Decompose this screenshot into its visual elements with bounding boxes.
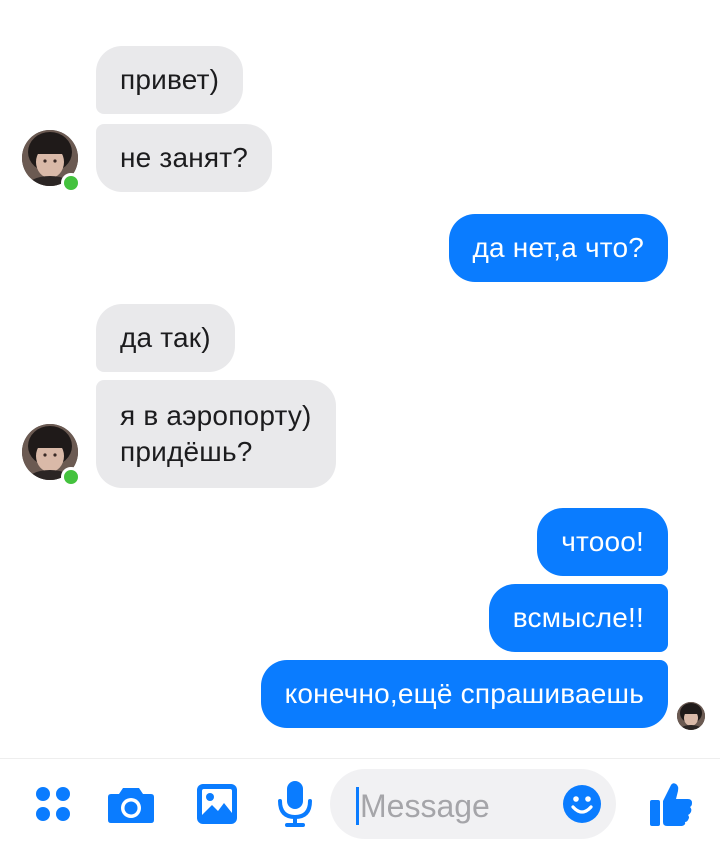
camera-button[interactable] — [106, 777, 156, 831]
message-bubble-incoming[interactable]: привет) — [96, 46, 244, 114]
message-input-placeholder: Message — [360, 788, 490, 824]
message-text: конечно,ещё спрашиваешь — [284, 678, 644, 709]
gallery-button[interactable] — [192, 777, 242, 831]
microphone-icon — [278, 781, 312, 827]
message-input[interactable]: Message — [330, 769, 616, 839]
apps-button[interactable] — [28, 777, 78, 831]
message-composer: Message — [0, 758, 720, 848]
message-bubble-incoming[interactable]: я в аэропорту) придёшь? — [96, 380, 336, 488]
gallery-icon — [197, 784, 237, 824]
message-bubble-incoming[interactable]: не занят? — [96, 124, 273, 192]
message-text: да нет,а что? — [472, 232, 644, 263]
message-text: придёшь? — [120, 436, 253, 467]
apps-icon — [36, 787, 70, 821]
voice-button[interactable] — [270, 777, 320, 831]
message-thread: привет) не занят? да нет,а что? да так) … — [0, 0, 720, 758]
message-bubble-outgoing[interactable]: конечно,ещё спрашиваешь — [260, 660, 668, 728]
emoji-icon — [563, 785, 601, 823]
avatar-photo-icon — [677, 702, 705, 730]
seen-receipt-avatar — [677, 702, 705, 730]
text-caret — [356, 787, 359, 825]
message-bubble-outgoing[interactable]: всмысле!! — [488, 584, 668, 652]
online-status-dot — [61, 173, 81, 193]
like-button[interactable] — [646, 777, 696, 831]
message-text: привет) — [120, 64, 220, 95]
camera-icon — [108, 788, 154, 823]
message-text: не занят? — [120, 142, 249, 173]
message-text: я в аэропорту) — [120, 400, 312, 431]
message-bubble-outgoing[interactable]: чтооо! — [537, 508, 668, 576]
emoji-button[interactable] — [562, 784, 602, 829]
message-bubble-outgoing[interactable]: да нет,а что? — [448, 214, 668, 282]
message-text: всмысле!! — [512, 602, 644, 633]
message-text: да так) — [120, 322, 211, 353]
message-text: чтооо! — [561, 526, 644, 557]
message-bubble-incoming[interactable]: да так) — [96, 304, 235, 372]
thumbs-up-icon — [650, 783, 692, 826]
online-status-dot — [61, 467, 81, 487]
